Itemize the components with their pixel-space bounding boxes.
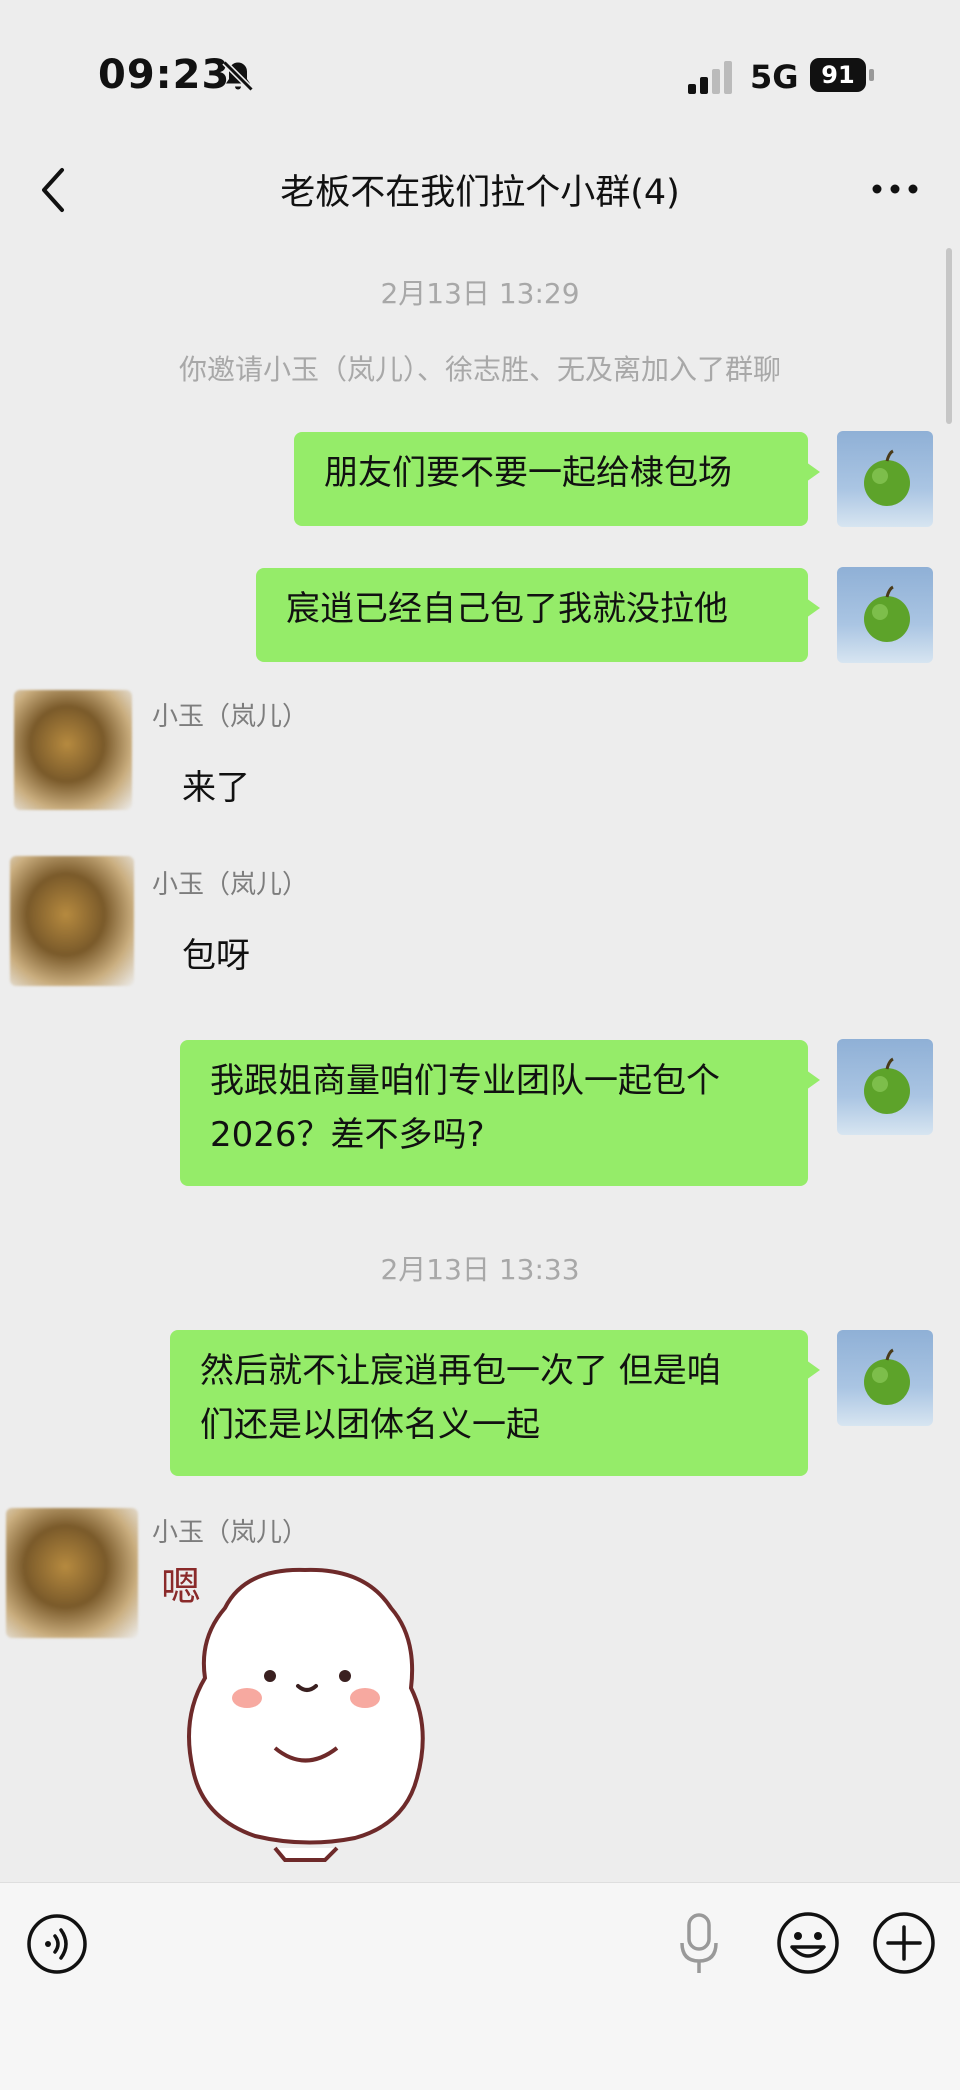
avatar-self[interactable] [837, 567, 933, 663]
status-time: 09:23 [98, 52, 231, 98]
message-text: 朋友们要不要一起给棣包场 [324, 453, 732, 493]
timestamp: 2月13日 13:33 [380, 1253, 580, 1286]
chat-header: 老板不在我们拉个小群(4) [0, 140, 960, 240]
status-bar: 09:23 5G 91 [0, 0, 960, 150]
message-text-line: 然后就不让宸逍再包一次了 但是咱 [200, 1351, 721, 1391]
message-bubble-self[interactable]: 宸逍已经自己包了我就没拉他 [256, 568, 820, 662]
sender-name: 小玉（岚儿） [152, 870, 309, 900]
battery-level: 91 [810, 58, 866, 92]
avatar-other[interactable] [6, 1508, 138, 1638]
input-bar [0, 1882, 960, 2090]
timestamp: 2月13日 13:29 [380, 277, 580, 310]
avatar-other[interactable] [10, 856, 134, 986]
apple-icon [864, 1057, 910, 1114]
network-type: 5G [750, 58, 799, 96]
sticker-label: 嗯 [161, 1564, 201, 1610]
microphone-icon[interactable] [678, 1911, 720, 1977]
message-bubble-self[interactable]: 然后就不让宸逍再包一次了 但是咱 们还是以团体名义一起 [170, 1330, 820, 1476]
chat-title: 老板不在我们拉个小群(4) [280, 173, 680, 213]
sender-name: 小玉（岚儿） [152, 1518, 309, 1548]
message-text-other[interactable]: 包呀 [182, 928, 250, 977]
apple-icon [864, 585, 910, 642]
message-text: 宸逍已经自己包了我就没拉他 [286, 589, 728, 629]
voice-icon[interactable] [26, 1913, 88, 1975]
more-dots-icon[interactable] [870, 174, 920, 204]
plus-icon[interactable] [872, 1911, 936, 1975]
message-bubble-self[interactable]: 我跟姐商量咱们专业团队一起包个 2026？差不多吗? [180, 1040, 820, 1186]
message-text-line: 我跟姐商量咱们专业团队一起包个 [210, 1061, 720, 1101]
battery-indicator: 91 [810, 58, 876, 92]
bell-muted-icon [222, 60, 254, 92]
sender-name: 小玉（岚儿） [152, 702, 309, 732]
signal-icon [688, 61, 732, 94]
system-notice: 你邀请小玉（岚儿）、徐志胜、无及离加入了群聊 [178, 353, 781, 386]
emoji-icon[interactable] [776, 1911, 840, 1975]
apple-icon [864, 1348, 910, 1405]
avatar-self[interactable] [837, 1039, 933, 1135]
message-text-line: 们还是以团体名义一起 [200, 1405, 540, 1445]
avatar-self[interactable] [837, 1330, 933, 1426]
avatar-self[interactable] [837, 431, 933, 527]
cute-sticker-image[interactable]: 嗯 [155, 1548, 475, 1868]
message-text-other[interactable]: 来了 [182, 760, 250, 809]
chevron-left-icon[interactable] [34, 162, 74, 218]
avatar-other[interactable] [14, 690, 132, 810]
apple-icon [864, 449, 910, 506]
message-bubble-self[interactable]: 朋友们要不要一起给棣包场 [294, 432, 820, 526]
message-text-line: 2026？差不多吗? [210, 1115, 485, 1155]
